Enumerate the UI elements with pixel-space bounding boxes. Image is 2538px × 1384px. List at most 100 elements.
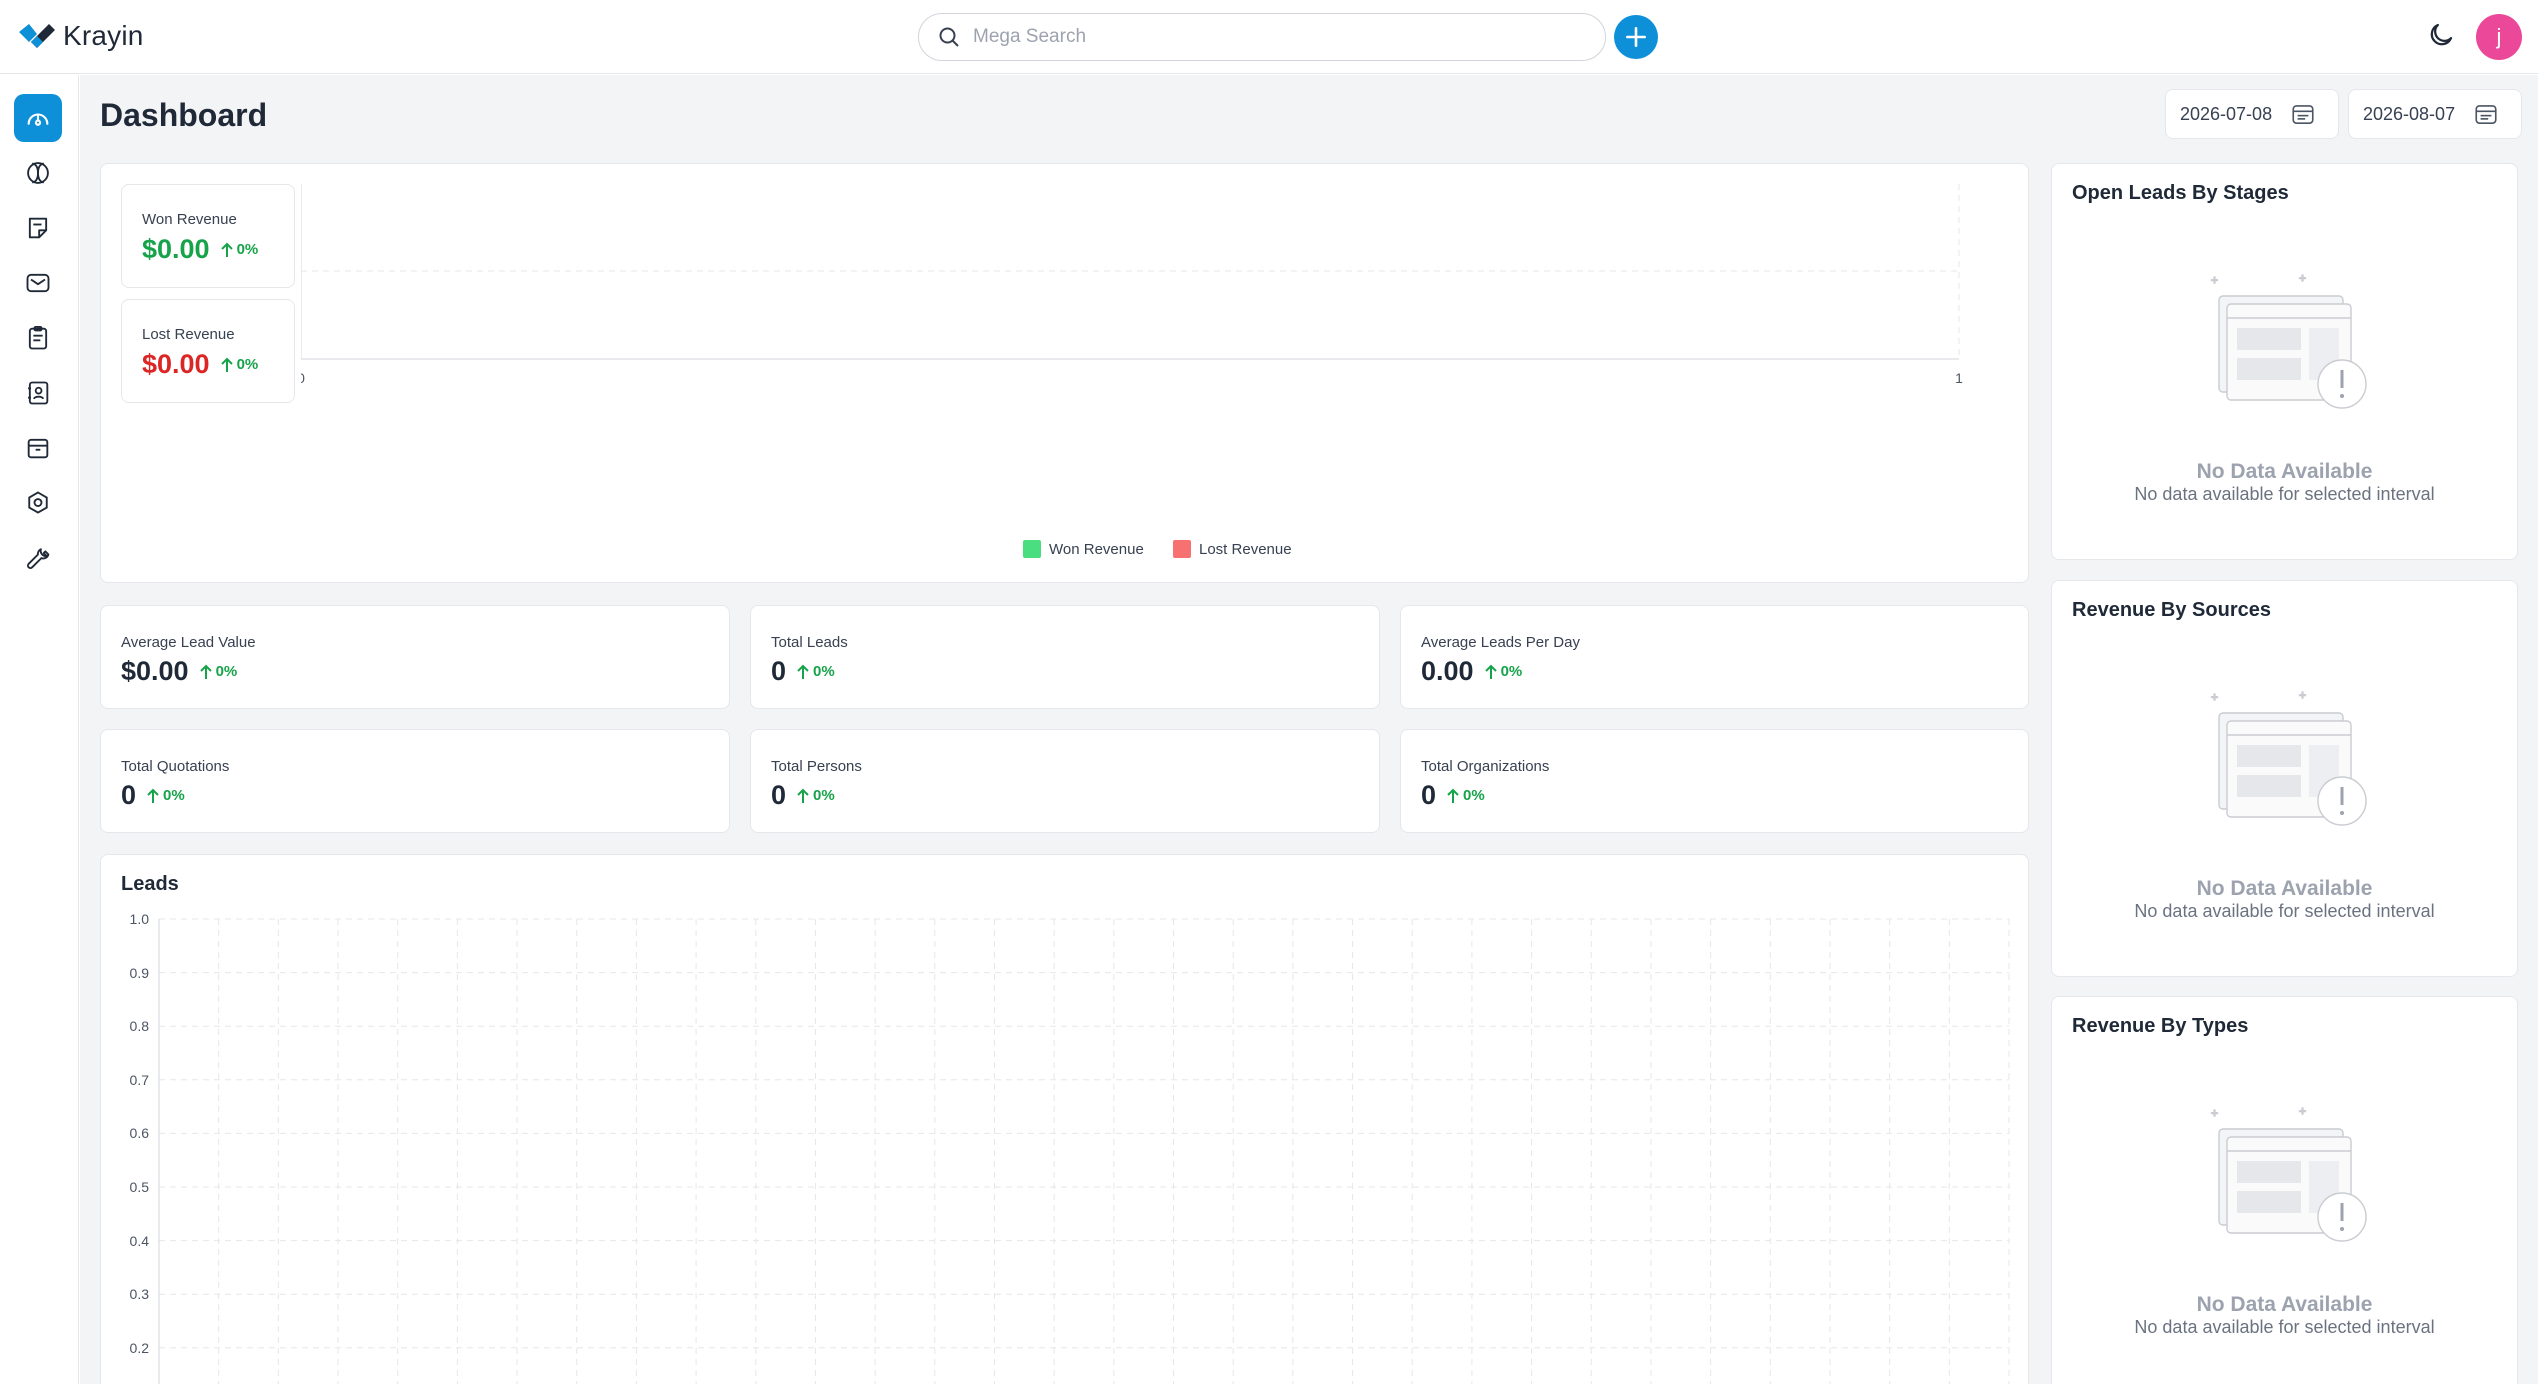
sidebar-item-configuration[interactable] xyxy=(14,534,62,582)
legend-label-won: Won Revenue xyxy=(1049,540,1144,558)
empty-state-illustration: + + xyxy=(2210,1107,2367,1242)
sidebar-item-mail[interactable] xyxy=(14,259,62,307)
stat-card-total-leads: Total Leads 0 0% xyxy=(750,605,1380,709)
panel-title: Revenue By Sources xyxy=(2072,599,2271,621)
stat-value: $0.00 xyxy=(121,656,189,686)
won-revenue-change: 0% xyxy=(220,241,259,258)
theme-toggle-button[interactable] xyxy=(2426,20,2456,55)
calendar-icon xyxy=(2292,105,2314,125)
stat-change: 0% xyxy=(796,663,835,680)
stat-change: 0% xyxy=(199,663,238,680)
won-revenue-label: Won Revenue xyxy=(142,211,237,228)
lost-revenue-label: Lost Revenue xyxy=(142,326,235,343)
lost-revenue-box: Lost Revenue $0.00 0% xyxy=(121,299,295,403)
stat-change: 0% xyxy=(146,787,185,804)
legend-swatch-won xyxy=(1023,540,1041,558)
stat-card-total-persons: Total Persons 0 0% xyxy=(750,729,1380,833)
sidebar-item-settings[interactable] xyxy=(14,479,62,527)
stat-card-total-quotations: Total Quotations 0 0% xyxy=(100,729,730,833)
lost-revenue-value: $0.00 xyxy=(142,349,210,379)
sidebar-item-products[interactable] xyxy=(14,424,62,472)
stat-label: Total Persons xyxy=(771,758,862,775)
sidebar-item-activities[interactable] xyxy=(14,314,62,362)
no-data-title: No Data Available xyxy=(2196,1293,2373,1316)
clipboard-icon xyxy=(28,325,48,350)
won-revenue-value: $0.00 xyxy=(142,234,210,264)
quick-create-button[interactable] xyxy=(1614,15,1658,59)
stat-card-average-lead-value: Average Lead Value $0.00 0% xyxy=(100,605,730,709)
no-data-title: No Data Available xyxy=(2196,460,2373,483)
search-icon xyxy=(939,27,959,47)
gear-icon xyxy=(28,491,48,514)
page-title: Dashboard xyxy=(100,97,268,133)
open-leads-by-stages-card: Open Leads By Stages + + No Data Availab… xyxy=(2051,163,2518,560)
arrow-up-icon xyxy=(797,788,809,803)
app-logo[interactable]: Krayin xyxy=(17,20,144,52)
wrench-icon xyxy=(27,548,50,569)
lost-revenue-change: 0% xyxy=(220,356,259,373)
arrow-up-icon xyxy=(220,242,233,257)
stat-value: 0 xyxy=(1421,780,1437,810)
contact-book-icon xyxy=(28,381,49,405)
search-input[interactable]: Mega Search xyxy=(918,13,1606,61)
stat-value: 0.00 xyxy=(1421,656,1474,686)
legend-lost-revenue[interactable]: Lost Revenue xyxy=(1173,540,1292,558)
sidebar-item-leads[interactable] xyxy=(14,149,62,197)
stat-change: 0% xyxy=(1446,787,1485,804)
leads-chart xyxy=(158,918,2010,1384)
app-name: Krayin xyxy=(63,20,144,51)
svg-text:+: + xyxy=(2211,691,2218,704)
top-bar: Krayin Mega Search j xyxy=(0,0,2538,74)
stat-label: Total Leads xyxy=(771,634,848,651)
legend-label-lost: Lost Revenue xyxy=(1199,540,1292,558)
revenue-by-sources-card: Revenue By Sources + + No Data Available… xyxy=(2051,580,2518,977)
empty-state-illustration: + + xyxy=(2210,274,2367,409)
arrow-up-icon xyxy=(147,788,159,803)
search-placeholder: Mega Search xyxy=(973,26,1087,47)
x-tick-label: 1 xyxy=(1955,370,1963,386)
arrow-up-icon xyxy=(797,664,809,679)
end-date-picker[interactable]: 2026-08-07 xyxy=(2348,89,2522,139)
svg-text:+: + xyxy=(2211,274,2218,287)
won-revenue-box: Won Revenue $0.00 0% xyxy=(121,184,295,288)
stat-card-average-leads-per-day: Average Leads Per Day 0.00 0% xyxy=(1400,605,2029,709)
legend-swatch-lost xyxy=(1173,540,1191,558)
svg-text:+: + xyxy=(2211,1107,2218,1120)
stat-value: 0 xyxy=(771,780,787,810)
handshake-icon xyxy=(27,162,49,184)
sidebar-item-contacts[interactable] xyxy=(14,369,62,417)
stat-change: 0% xyxy=(796,787,835,804)
legend-won-revenue[interactable]: Won Revenue xyxy=(1023,540,1144,558)
moon-icon xyxy=(2430,23,2453,46)
svg-text:+: + xyxy=(2299,274,2306,285)
calendar-icon xyxy=(2475,105,2497,125)
stat-pct: 0% xyxy=(215,663,238,680)
avatar[interactable]: j xyxy=(2476,14,2522,60)
main-content: Dashboard 2026-07-08 2026-08-07 Won Reve… xyxy=(80,75,2538,1384)
stat-label: Average Lead Value xyxy=(121,634,256,651)
stat-pct: 0% xyxy=(163,787,185,804)
sidebar-item-dashboard[interactable] xyxy=(14,94,62,142)
arrow-up-icon xyxy=(1484,664,1497,679)
lost-revenue-pct: 0% xyxy=(236,356,259,373)
won-revenue-pct: 0% xyxy=(236,241,259,258)
stat-pct: 0% xyxy=(1500,663,1523,680)
krayin-logo-icon xyxy=(19,24,55,48)
box-icon xyxy=(27,438,49,459)
note-icon xyxy=(28,217,48,239)
leads-card: Leads 1.0 0.9 0.8 0.7 0.6 0.5 0.4 0.3 0.2 xyxy=(100,854,2029,1384)
stat-label: Average Leads Per Day xyxy=(1421,634,1580,651)
panel-title: Open Leads By Stages xyxy=(2072,182,2289,204)
stat-pct: 0% xyxy=(1463,787,1485,804)
sidebar xyxy=(0,75,79,1384)
panel-title: Revenue By Types xyxy=(2072,1015,2249,1037)
revenue-card: Won Revenue $0.00 0% Lost Revenue $0.00 … xyxy=(100,163,2029,583)
no-data-title: No Data Available xyxy=(2196,877,2373,900)
start-date-picker[interactable]: 2026-07-08 xyxy=(2165,89,2339,139)
stat-value: 0 xyxy=(771,656,787,686)
stat-label: Total Quotations xyxy=(121,758,230,775)
gauge-icon xyxy=(27,113,49,126)
sidebar-item-quotes[interactable] xyxy=(14,204,62,252)
arrow-up-icon xyxy=(199,664,212,679)
start-date-value: 2026-07-08 xyxy=(2180,103,2273,124)
